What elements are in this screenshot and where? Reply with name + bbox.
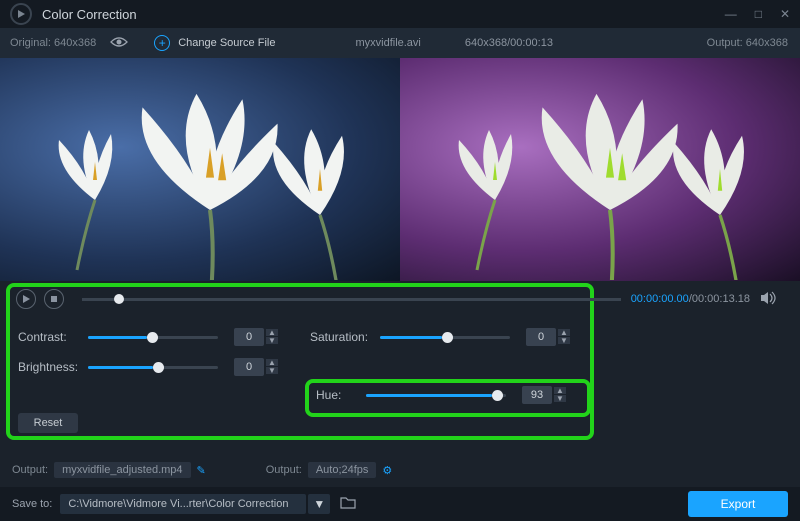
hue-value[interactable]: 93 <box>522 386 552 404</box>
brightness-slider[interactable] <box>88 366 218 369</box>
change-source-button[interactable]: Change Source File <box>178 37 275 49</box>
stop-button[interactable] <box>44 289 64 309</box>
titlebar: Color Correction — □ ✕ <box>0 0 800 28</box>
source-filename: myxvidfile.avi <box>355 37 420 49</box>
output-file-label: Output: <box>12 464 48 476</box>
output-size-label: Output: 640x368 <box>707 37 788 49</box>
minimize-button[interactable]: — <box>725 7 737 21</box>
play-button[interactable] <box>16 289 36 309</box>
close-button[interactable]: ✕ <box>780 7 790 21</box>
window-title: Color Correction <box>42 7 725 22</box>
saturation-slider[interactable] <box>380 336 510 339</box>
controls-panel: 00:00:00.00/00:00:13.18 Contrast: 0 ▲▼ S… <box>0 281 800 441</box>
hue-slider[interactable] <box>366 394 506 397</box>
playback-time: 00:00:00.00/00:00:13.18 <box>631 293 750 305</box>
saturation-value[interactable]: 0 <box>526 328 556 346</box>
footer-bar: Save to: C:\Vidmore\Vidmore Vi...rter\Co… <box>0 487 800 521</box>
export-button[interactable]: Export <box>688 491 788 517</box>
preview-original <box>0 58 400 281</box>
output-format-label: Output: <box>266 464 302 476</box>
save-path-input[interactable]: C:\Vidmore\Vidmore Vi...rter\Color Corre… <box>60 494 306 514</box>
saturation-label: Saturation: <box>310 330 380 344</box>
contrast-stepper[interactable]: ▲▼ <box>266 329 278 345</box>
seek-bar[interactable] <box>82 298 621 301</box>
playback-row: 00:00:00.00/00:00:13.18 <box>16 289 776 309</box>
brightness-row: Brightness: 0 ▲▼ <box>18 357 278 377</box>
contrast-value[interactable]: 0 <box>234 328 264 346</box>
contrast-label: Contrast: <box>18 330 88 344</box>
output-format[interactable]: Auto;24fps <box>308 462 377 478</box>
hue-stepper[interactable]: ▲▼ <box>554 387 566 403</box>
preview-toggle-icon[interactable] <box>110 36 128 51</box>
original-size-label: Original: 640x368 <box>10 37 96 49</box>
brightness-value[interactable]: 0 <box>234 358 264 376</box>
seek-knob[interactable] <box>114 294 124 304</box>
hue-row: Hue: 93 ▲▼ <box>316 385 566 405</box>
contrast-row: Contrast: 0 ▲▼ <box>18 327 278 347</box>
contrast-slider[interactable] <box>88 336 218 339</box>
hue-label: Hue: <box>316 388 366 402</box>
format-settings-icon[interactable]: ⚙ <box>382 464 392 477</box>
preview-area <box>0 58 800 281</box>
output-config-row: Output: myxvidfile_adjusted.mp4 ✎ Output… <box>12 459 788 481</box>
info-bar: Original: 640x368 + Change Source File m… <box>0 28 800 58</box>
preview-adjusted <box>400 58 800 281</box>
brightness-stepper[interactable]: ▲▼ <box>266 359 278 375</box>
edit-filename-icon[interactable]: ✎ <box>197 464 206 477</box>
saveto-label: Save to: <box>12 498 52 510</box>
volume-icon[interactable] <box>760 291 776 308</box>
save-path-dropdown[interactable]: ▼ <box>308 494 330 514</box>
brightness-label: Brightness: <box>18 360 88 374</box>
add-source-icon[interactable]: + <box>154 35 170 51</box>
output-filename[interactable]: myxvidfile_adjusted.mp4 <box>54 462 190 478</box>
saturation-row: Saturation: 0 ▲▼ <box>310 327 570 347</box>
open-folder-icon[interactable] <box>340 496 356 512</box>
maximize-button[interactable]: □ <box>755 7 762 21</box>
reset-button[interactable]: Reset <box>18 413 78 433</box>
saturation-stepper[interactable]: ▲▼ <box>558 329 570 345</box>
source-dimensions-duration: 640x368/00:00:13 <box>465 37 553 49</box>
app-logo-icon <box>10 3 32 25</box>
